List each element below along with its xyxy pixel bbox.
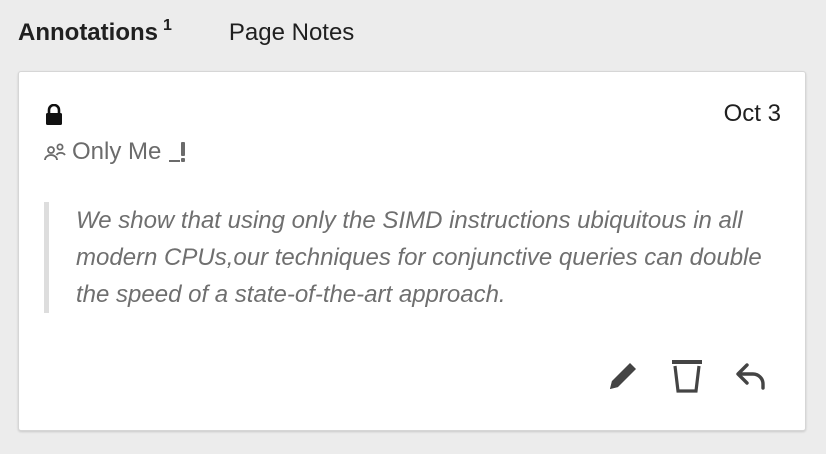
edit-button[interactable]: [605, 358, 641, 394]
annotation-quote: We show that using only the SIMD instruc…: [44, 202, 796, 313]
reply-icon: [736, 363, 765, 390]
annotation-card[interactable]: Oct 3 Only Me We show that using only th…: [18, 71, 806, 431]
reply-button[interactable]: [733, 358, 769, 394]
tab-page-notes[interactable]: Page Notes: [229, 16, 354, 50]
lock-icon: [46, 104, 62, 125]
trash-icon: [672, 360, 702, 393]
tab-annotations[interactable]: Annotations 1: [18, 16, 172, 53]
annotation-actions: [605, 358, 769, 394]
tab-annotations-label: Annotations: [18, 19, 158, 46]
tab-page-notes-label: Page Notes: [228, 19, 355, 46]
annotation-tabs: Annotations 1 Page Notes: [18, 16, 354, 50]
warning-icon: [169, 142, 186, 162]
group-label: Only Me: [72, 138, 162, 165]
delete-button[interactable]: [669, 358, 705, 394]
annotation-group: Only Me: [44, 138, 189, 166]
group-icon: [44, 143, 66, 161]
annotations-count-badge: 1: [162, 17, 172, 34]
pencil-icon: [610, 363, 636, 389]
annotation-date[interactable]: Oct 3: [724, 100, 781, 128]
